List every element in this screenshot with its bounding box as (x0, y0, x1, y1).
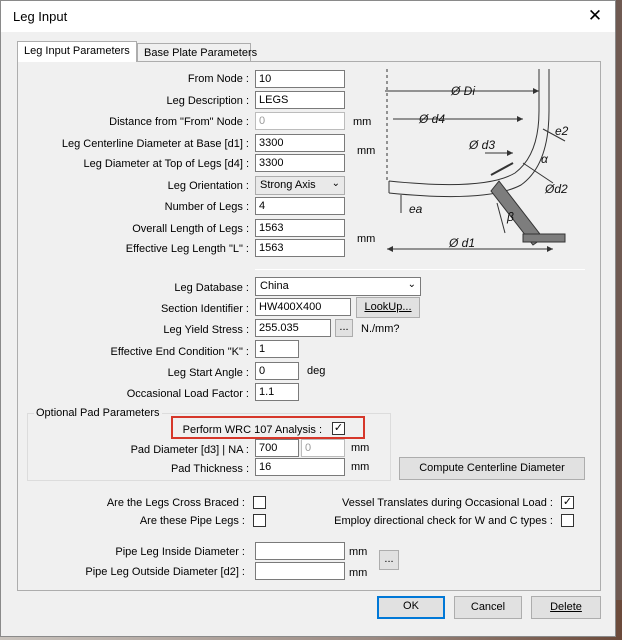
pad-thickness-label: Pad Thickness : (170, 463, 249, 475)
ok-button[interactable]: OK (377, 596, 445, 619)
number-of-legs-label: Number of Legs : (164, 201, 249, 213)
window-title: Leg Input (13, 9, 68, 24)
start-angle-label: Leg Start Angle : (167, 367, 249, 379)
effective-length-label: Effective Leg Length "L" : (125, 243, 249, 255)
diagram-label-d4: Ø d4 (418, 112, 445, 126)
pipe-outside-diameter-input[interactable] (255, 562, 345, 580)
from-node-input[interactable]: 10 (255, 70, 345, 88)
yield-stress-browse-button[interactable]: ... (335, 319, 353, 337)
pad-diameter-label: Pad Diameter [d3] | NA : (130, 444, 249, 456)
yield-stress-label: Leg Yield Stress : (163, 324, 249, 336)
section-identifier-input[interactable]: HW400X400 (255, 298, 351, 316)
leg-database-select[interactable]: China ⌄ (255, 277, 421, 296)
centerline-diameter-label: Leg Centerline Diameter at Base [d1] : (61, 138, 249, 150)
title-bar: Leg Input ✕ (1, 1, 615, 32)
end-condition-label: Effective End Condition "K" : (110, 346, 249, 358)
tab-base-plate-parameters[interactable]: Base Plate Parameters (137, 43, 257, 62)
leg-diagram: Ø Di Ø d4 Ø d3 e2 α Ød2 ea β Ø d1 (385, 69, 569, 252)
pipe-legs-checkbox[interactable] (253, 514, 266, 527)
cross-braced-label: Are the Legs Cross Braced : (106, 497, 245, 509)
section-identifier-label: Section Identifier : (160, 303, 249, 315)
leg-description-input[interactable]: LEGS (255, 91, 345, 109)
leg-diameter-top-input[interactable]: 3300 (255, 154, 345, 172)
chevron-down-icon: ⌄ (331, 178, 340, 189)
diagram-label-d3: Ø d3 (468, 138, 495, 152)
pipe-outside-diameter-label: Pipe Leg Outside Diameter [d2] : (85, 566, 245, 578)
section-separator (255, 269, 585, 270)
pad-na-input[interactable]: 0 (301, 439, 345, 457)
load-factor-label: Occasional Load Factor : (126, 388, 249, 400)
lookup-button-label: LookUp... (364, 301, 412, 313)
directional-check-label: Employ directional check for W and C typ… (334, 515, 553, 527)
delete-button-label: Delete (550, 601, 582, 613)
effective-length-input[interactable]: 1563 (255, 239, 345, 257)
leg-description-label: Leg Description : (166, 95, 249, 107)
distance-from-input[interactable]: 0 (255, 112, 345, 130)
vessel-translates-checkbox[interactable]: ✓ (561, 496, 574, 509)
vessel-translates-label: Vessel Translates during Occasional Load… (342, 497, 553, 509)
pipe-inside-diameter-input[interactable] (255, 542, 345, 560)
pipe-outside-unit: mm (349, 567, 368, 579)
diagram-label-e2: e2 (555, 124, 569, 138)
lookup-button[interactable]: LookUp... (356, 297, 420, 318)
diagram-label-d2: Ød2 (544, 182, 568, 196)
centerline-diameter-input[interactable]: 3300 (255, 134, 345, 152)
wrc-analysis-label: Perform WRC 107 Analysis : (182, 424, 322, 436)
from-node-label: From Node : (187, 73, 249, 85)
leg-input-dialog: Leg Input ✕ Leg Input Parameters Base Pl… (0, 0, 616, 637)
check-icon: ✓ (333, 422, 344, 434)
pad-diameter-input[interactable]: 700 (255, 439, 299, 457)
pad-diameter-unit: mm (351, 442, 370, 454)
number-of-legs-input[interactable]: 4 (255, 197, 345, 215)
cross-braced-checkbox[interactable] (253, 496, 266, 509)
leg-orientation-label: Leg Orientation : (167, 180, 249, 192)
directional-check-checkbox[interactable] (561, 514, 574, 527)
load-factor-input[interactable]: 1.1 (255, 383, 299, 401)
delete-button[interactable]: Delete (531, 596, 601, 619)
pad-thickness-input[interactable]: 16 (255, 458, 345, 476)
tab-leg-input-parameters[interactable]: Leg Input Parameters (17, 41, 137, 62)
pipe-legs-label: Are these Pipe Legs : (139, 515, 245, 527)
chevron-down-icon: ⌄ (407, 279, 416, 290)
overall-length-input[interactable]: 1563 (255, 219, 345, 237)
check-icon: ✓ (562, 496, 573, 508)
diagram-label-ea: ea (409, 202, 423, 216)
diagram-label-di: Ø Di (450, 84, 475, 98)
diagram-label-beta: β (506, 210, 514, 224)
yield-stress-unit: N./mm? (361, 323, 400, 335)
wrc-analysis-checkbox[interactable]: ✓ (332, 422, 345, 435)
yield-stress-input[interactable]: 255.035 (255, 319, 331, 337)
compute-centerline-button[interactable]: Compute Centerline Diameter (399, 457, 585, 480)
leg-database-value: China (260, 280, 289, 292)
leg-orientation-value: Strong Axis (260, 179, 316, 191)
overall-length-label: Overall Length of Legs : (132, 223, 249, 235)
pipe-browse-button[interactable]: ... (379, 550, 399, 570)
diagram-label-alpha: α (541, 152, 549, 166)
pipe-inside-unit: mm (349, 546, 368, 558)
leg-database-label: Leg Database : (174, 282, 249, 294)
leg-diameter-top-label: Leg Diameter at Top of Legs [d4] : (83, 158, 249, 170)
cancel-button[interactable]: Cancel (454, 596, 522, 619)
start-angle-unit: deg (307, 365, 326, 377)
distance-from-label: Distance from "From" Node : (109, 116, 249, 128)
close-icon[interactable]: ✕ (585, 6, 605, 26)
pipe-inside-diameter-label: Pipe Leg Inside Diameter : (115, 546, 245, 558)
start-angle-input[interactable]: 0 (255, 362, 299, 380)
distance-unit: mm (353, 116, 372, 128)
optional-pad-group-title: Optional Pad Parameters (34, 407, 162, 419)
diagram-label-d1: Ø d1 (448, 236, 475, 250)
end-condition-input[interactable]: 1 (255, 340, 299, 358)
leg-orientation-select[interactable]: Strong Axis ⌄ (255, 176, 345, 195)
pad-thickness-unit: mm (351, 461, 370, 473)
